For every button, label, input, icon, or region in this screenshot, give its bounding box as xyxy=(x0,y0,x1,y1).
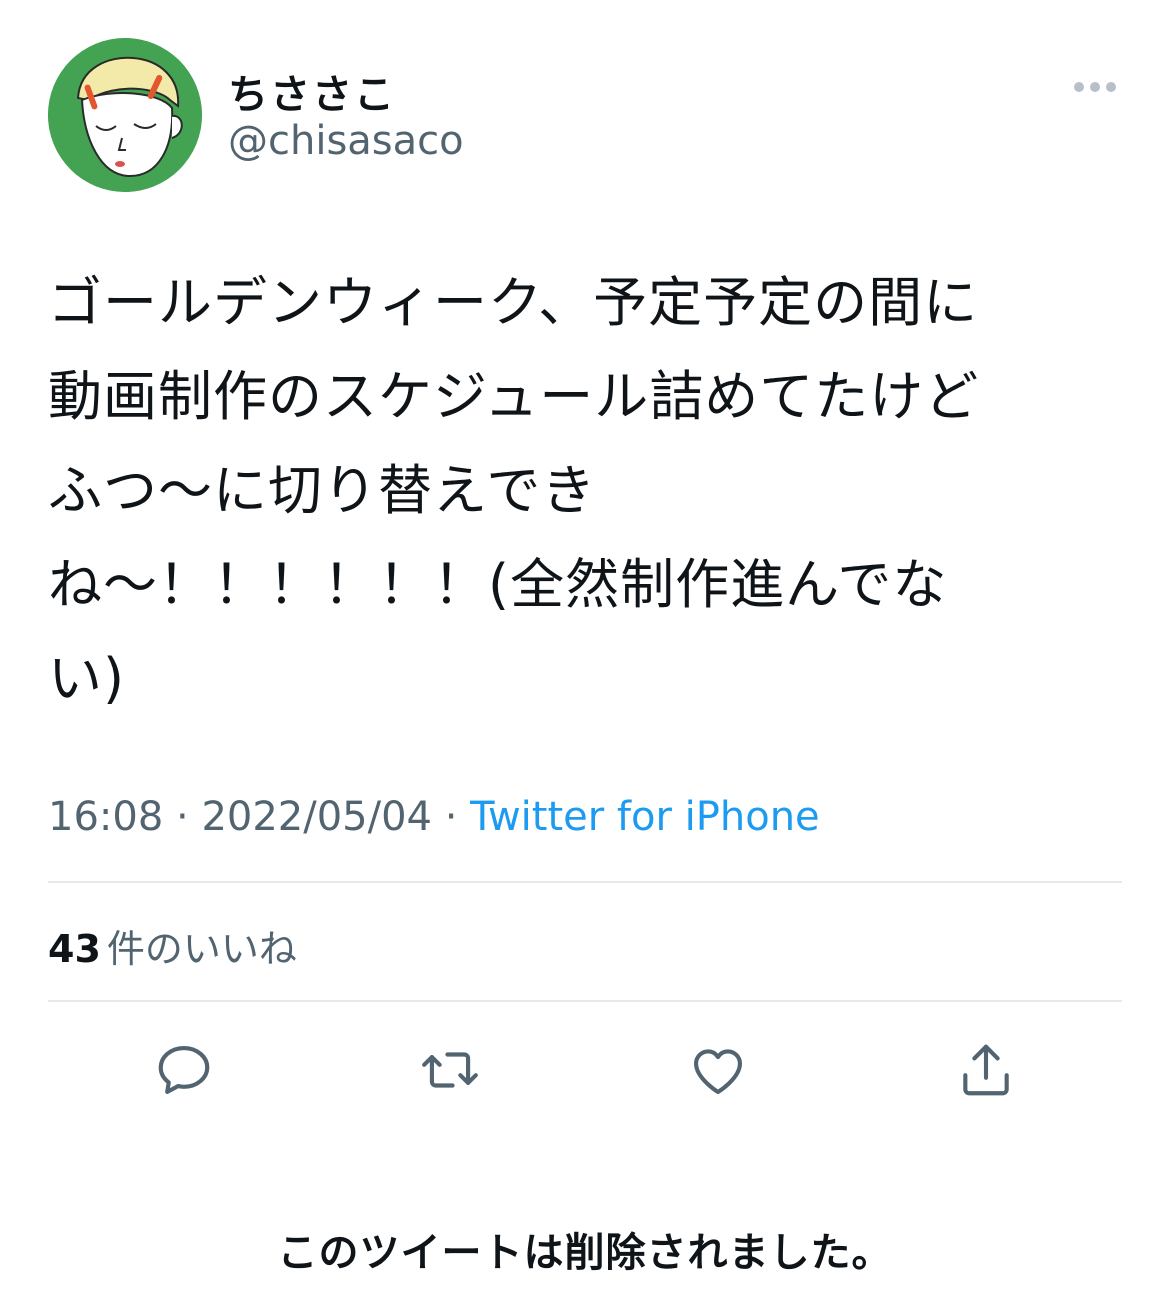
reply-icon xyxy=(158,1045,210,1095)
tweet-text-line: 動画制作のスケジュール詰めてたけど xyxy=(48,365,980,428)
share-button[interactable] xyxy=(954,1038,1018,1102)
divider xyxy=(48,881,1122,883)
reply-button[interactable] xyxy=(152,1038,216,1102)
divider xyxy=(48,1000,1122,1002)
meta-separator: · xyxy=(176,794,189,840)
tweet-text-line: い) xyxy=(48,647,126,710)
heart-icon xyxy=(693,1049,743,1095)
meta-separator: · xyxy=(444,794,458,840)
tweet-time[interactable]: 16:08 xyxy=(48,794,163,840)
share-icon xyxy=(963,1044,1009,1096)
more-icon[interactable] xyxy=(1072,76,1118,98)
tweet-meta: 16:08 · 2022/05/04 · Twitter for iPhone xyxy=(48,794,820,840)
tweet-text-line: ふつ〜に切り替えでき xyxy=(48,459,597,522)
tweet-source-link[interactable]: Twitter for iPhone xyxy=(470,794,820,840)
like-button[interactable] xyxy=(686,1038,750,1102)
tweet-text-line: ね〜！！！！！！(全然制作進んでな xyxy=(48,553,948,616)
avatar-illustration xyxy=(48,38,202,192)
tweet-text: ゴールデンウィーク、予定予定の間に 動画制作のスケジュール詰めてたけど ふつ〜に… xyxy=(48,256,1128,726)
likes-count[interactable]: 43 件のいいね xyxy=(48,918,297,973)
likes-number: 43 xyxy=(48,927,101,971)
deleted-notice: このツイートは削除されました。 xyxy=(277,1230,893,1276)
user-handle[interactable]: @chisasaco xyxy=(228,118,464,164)
tweet-text-line: ゴールデンウィーク、予定予定の間に xyxy=(48,271,979,334)
likes-label: 件のいいね xyxy=(106,927,297,971)
tweet-date[interactable]: 2022/05/04 xyxy=(201,794,432,840)
retweet-icon xyxy=(422,1052,478,1088)
avatar[interactable] xyxy=(48,38,202,192)
retweet-button[interactable] xyxy=(418,1038,482,1102)
display-name[interactable]: ちささこ xyxy=(228,62,396,120)
